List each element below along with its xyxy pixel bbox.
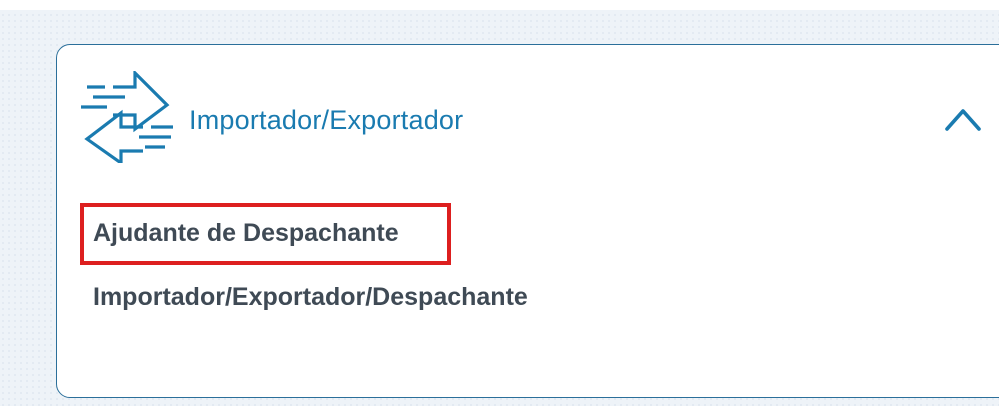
top-strip (0, 0, 999, 10)
chevron-up-icon[interactable] (941, 101, 985, 135)
accordion-title: Importador/Exportador (189, 105, 464, 135)
accordion-header[interactable]: Importador/Exportador (57, 45, 999, 195)
highlight-annotation-box (80, 203, 451, 265)
option-importador-exportador-despachante[interactable]: Importador/Exportador/Despachante (93, 281, 528, 313)
import-export-arrows-icon (81, 71, 173, 163)
